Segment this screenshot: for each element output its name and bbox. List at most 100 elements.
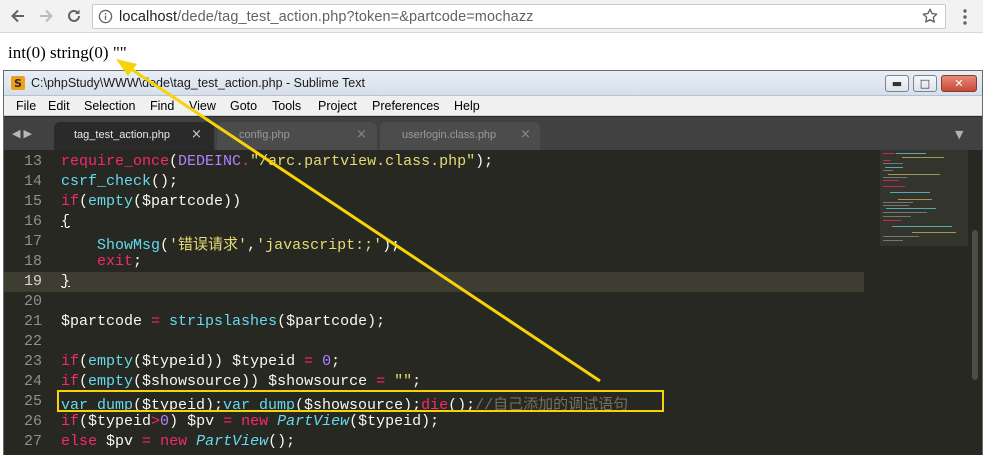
line-number: 26 — [23, 413, 42, 430]
line-number: 15 — [23, 193, 42, 210]
menu-file[interactable]: File — [16, 99, 36, 113]
code-token: ($partcode)) — [133, 193, 242, 210]
code-token: csrf_check — [61, 173, 152, 190]
line-number: 18 — [23, 253, 42, 270]
line-number: 21 — [23, 313, 42, 330]
line-number: 14 — [23, 173, 42, 190]
code-line[interactable]: 19} — [4, 272, 864, 292]
tab-close-icon[interactable]: × — [191, 127, 202, 142]
code-line[interactable]: 17 ShowMsg('错误请求','javascript:;'); — [4, 232, 864, 254]
tab-label: config.php — [239, 129, 290, 141]
vertical-scrollbar[interactable] — [968, 150, 982, 455]
menu-goto[interactable]: Goto — [230, 99, 257, 113]
url-text[interactable]: localhost/dede/tag_test_action.php?token… — [119, 9, 534, 25]
code-line[interactable]: 24 if(empty($showsource)) $showsource = "… — [4, 372, 864, 392]
tab-label: userlogin.class.php — [402, 129, 497, 141]
tab-close-icon[interactable]: × — [356, 127, 367, 142]
info-icon[interactable] — [98, 9, 113, 24]
code-token: > — [151, 413, 161, 430]
code-token: = — [223, 413, 233, 430]
code-token: PartView — [196, 433, 269, 450]
code-token: else — [61, 433, 98, 450]
code-token: ; — [331, 353, 341, 370]
code-line[interactable]: 16 { — [4, 212, 864, 232]
reload-icon — [68, 9, 80, 22]
code-line[interactable]: 23 if(empty($typeid)) $typeid = 0; — [4, 352, 864, 372]
code-token: $pv — [97, 433, 143, 450]
code-line[interactable]: 20 — [4, 292, 864, 312]
line-number: 16 — [23, 213, 42, 230]
code-token: if — [61, 193, 80, 210]
code-token: ($showsource)) $showsource — [133, 373, 377, 390]
code-token: empty — [88, 353, 134, 370]
code-token: ; — [133, 253, 143, 270]
close-icon: ✕ — [954, 77, 964, 90]
code-text: { — [61, 213, 70, 230]
code-line[interactable]: 15 if(empty($partcode)) — [4, 192, 864, 212]
code-token: if — [61, 353, 80, 370]
code-token: ); — [475, 153, 494, 170]
menu-view[interactable]: View — [189, 99, 216, 113]
code-text: exit; — [61, 253, 142, 270]
reload-button[interactable] — [62, 4, 86, 28]
bookmark-star-icon[interactable] — [921, 7, 939, 25]
code-line[interactable]: 21 $partcode = stripslashes($partcode); — [4, 312, 864, 332]
line-number: 17 — [23, 233, 42, 250]
code-token: require_once — [61, 153, 170, 170]
close-window-button[interactable]: ✕ — [941, 75, 977, 92]
minimap[interactable] — [872, 150, 968, 455]
code-token: ($typeid — [79, 413, 152, 430]
line-number: 19 — [23, 273, 42, 290]
menu-edit[interactable]: Edit — [48, 99, 70, 113]
sublime-window: S C:\phpStudy\WWW\dede\tag_test_action.p… — [3, 70, 983, 455]
tab-close-icon[interactable]: × — [520, 127, 531, 142]
scrollbar-thumb[interactable] — [972, 230, 978, 380]
code-token: . — [241, 153, 251, 170]
window-title: C:\phpStudy\WWW\dede\tag_test_action.php… — [31, 76, 365, 90]
menu-selection[interactable]: Selection — [84, 99, 135, 113]
address-bar[interactable]: localhost/dede/tag_test_action.php?token… — [92, 4, 946, 29]
code-line[interactable]: 22 — [4, 332, 864, 352]
tab-tag-test-action[interactable]: tag_test_action.php × — [54, 122, 214, 150]
browser-menu-icon[interactable] — [960, 8, 970, 26]
code-editor[interactable]: 13 require_once(DEDEINC."/arc.partview.cl… — [4, 150, 982, 455]
line-number: 24 — [23, 373, 42, 390]
menu-help[interactable]: Help — [454, 99, 480, 113]
tab-scroll-arrows-icon[interactable]: ◀▶ — [12, 127, 35, 140]
tab-userlogin-class[interactable]: userlogin.class.php × — [380, 122, 540, 150]
minimize-button[interactable]: ▬ — [885, 75, 909, 92]
code-token: = — [304, 353, 314, 370]
code-line[interactable]: 14 csrf_check(); — [4, 172, 864, 192]
maximize-button[interactable]: □ — [913, 75, 937, 92]
code-token: new — [241, 413, 269, 430]
menu-project[interactable]: Project — [318, 99, 357, 113]
back-button[interactable] — [6, 4, 30, 28]
code-line[interactable]: 18 exit; — [4, 252, 864, 272]
forward-button[interactable] — [34, 4, 58, 28]
tab-list-dropdown-icon[interactable]: ▼ — [955, 128, 963, 141]
menu-preferences[interactable]: Preferences — [372, 99, 439, 113]
code-line[interactable]: 26 if($typeid>0) $pv = new PartView($type… — [4, 412, 864, 432]
tab-config[interactable]: config.php × — [217, 122, 377, 150]
code-token: ( — [79, 353, 89, 370]
code-token: ($typeid); — [349, 413, 440, 430]
code-token: 0 — [160, 413, 170, 430]
code-token: ($typeid)) $typeid — [133, 353, 305, 370]
code-token: ) $pv — [169, 413, 224, 430]
code-text: require_once(DEDEINC."/arc.partview.clas… — [61, 153, 493, 170]
menu-find[interactable]: Find — [150, 99, 174, 113]
menu-tools[interactable]: Tools — [272, 99, 301, 113]
code-token: (); — [151, 173, 179, 190]
code-line[interactable]: 13 require_once(DEDEINC."/arc.partview.cl… — [4, 152, 864, 172]
url-path: /dede/tag_test_action.php?token=&partcod… — [177, 9, 534, 25]
line-number: 13 — [23, 153, 42, 170]
code-text: $partcode = stripslashes($partcode); — [61, 313, 385, 330]
code-token: 0 — [322, 353, 332, 370]
window-titlebar: S C:\phpStudy\WWW\dede\tag_test_action.p… — [4, 71, 982, 96]
code-token: (); — [268, 433, 296, 450]
code-line[interactable]: 27 else $pv = new PartView(); — [4, 432, 864, 452]
